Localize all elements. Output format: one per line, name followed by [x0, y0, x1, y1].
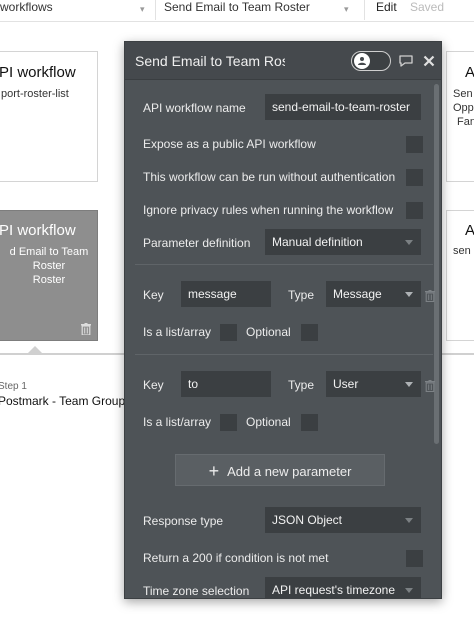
- response-type-label: Response type: [143, 514, 224, 528]
- toggle-knob: [354, 53, 370, 69]
- top-bar: workflows ▾ Send Email to Team Roster ▾ …: [0, 0, 474, 22]
- api-workflow-name-input[interactable]: send-email-to-team-roster: [265, 94, 421, 120]
- workflow-card-right-top[interactable]: A Sen Opp Fan: [446, 51, 474, 182]
- panel-header[interactable]: Send Email to Team Roster: [125, 42, 441, 80]
- user-icon: [358, 57, 366, 65]
- chevron-down-icon: ▾: [140, 4, 145, 14]
- event-select[interactable]: Send Email to Team Roster ▾: [164, 0, 360, 20]
- card-subtitle: port-roster-list: [1, 88, 69, 100]
- add-parameter-button[interactable]: + Add a new parameter: [175, 454, 385, 486]
- trash-icon[interactable]: [425, 289, 435, 303]
- card-title: PI workflow: [0, 64, 76, 81]
- optional-label: Optional: [246, 325, 291, 339]
- workflow-folder-select-label: workflows: [0, 0, 53, 14]
- timezone-dropdown[interactable]: API request's timezone: [265, 577, 421, 598]
- workflow-card-report-roster[interactable]: PI workflow port-roster-list: [0, 51, 98, 182]
- return-200-checkbox[interactable]: [406, 550, 423, 567]
- timezone-label: Time zone selection: [143, 584, 250, 598]
- param-key-input[interactable]: to: [181, 371, 271, 397]
- trash-icon[interactable]: [81, 322, 91, 336]
- api-workflow-name-label: API workflow name: [143, 101, 246, 115]
- step-label: Step 1: [0, 381, 27, 392]
- workflow-folder-select[interactable]: workflows ▾: [0, 0, 150, 20]
- comment-icon[interactable]: [398, 54, 414, 73]
- no-auth-checkbox[interactable]: [406, 169, 423, 186]
- close-icon[interactable]: [423, 54, 435, 72]
- no-auth-label: This workflow can be run without authent…: [143, 170, 396, 184]
- timezone-value: API request's timezone: [272, 583, 396, 597]
- card-subtitle: d Email to Team Roster Roster: [0, 245, 99, 287]
- separator: [135, 264, 433, 265]
- expose-public-checkbox[interactable]: [406, 136, 423, 153]
- workflow-property-panel: Send Email to Team Roster API workflow n…: [124, 41, 442, 599]
- param-key-label: Key: [143, 378, 164, 392]
- divider: [364, 0, 365, 20]
- step-title[interactable]: Postmark - Team Group: [0, 394, 125, 408]
- ignore-privacy-checkbox[interactable]: [406, 202, 423, 219]
- panel-title: Send Email to Team Roster: [135, 53, 285, 69]
- parameter-definition-dropdown[interactable]: Manual definition: [265, 229, 421, 255]
- is-list-checkbox[interactable]: [220, 324, 237, 341]
- ignore-privacy-label: Ignore privacy rules when running the wo…: [143, 203, 394, 217]
- card-subtitle-text: d Email to Team Roster: [9, 246, 89, 272]
- trash-icon[interactable]: [425, 379, 435, 393]
- param-type-label: Type: [288, 288, 315, 302]
- chevron-down-icon: [405, 240, 413, 245]
- selected-notch: [28, 346, 42, 353]
- chevron-down-icon: [405, 292, 413, 297]
- param-type-value: User: [333, 377, 359, 391]
- card-line-3: Fan: [457, 116, 474, 128]
- param-type-label: Type: [288, 378, 315, 392]
- is-list-label: Is a list/array: [143, 325, 212, 339]
- chevron-down-icon: [405, 518, 413, 523]
- parameter-definition-value: Manual definition: [272, 235, 363, 249]
- add-parameter-label: Add a new parameter: [227, 464, 352, 479]
- is-list-label: Is a list/array: [143, 415, 212, 429]
- divider: [155, 0, 156, 20]
- optional-checkbox[interactable]: [301, 414, 318, 431]
- param-key-input[interactable]: message: [181, 281, 271, 307]
- return-200-label: Return a 200 if condition is not met: [143, 551, 329, 565]
- is-list-checkbox[interactable]: [220, 414, 237, 431]
- separator: [135, 354, 433, 355]
- plus-icon: +: [208, 461, 220, 481]
- workflow-card-selected[interactable]: PI workflow d Email to Team Roster Roster: [0, 210, 98, 341]
- optional-label: Optional: [246, 415, 291, 429]
- edit-menu[interactable]: Edit: [376, 0, 397, 14]
- workflow-card-right-mid[interactable]: A sen: [446, 210, 474, 341]
- card-line-1: sen: [453, 245, 471, 257]
- card-subtitle-cont: Roster: [32, 274, 66, 286]
- chevron-down-icon: [405, 382, 413, 387]
- card-line-2: Opp: [453, 102, 474, 114]
- parameter-definition-label: Parameter definition: [143, 236, 251, 250]
- optional-checkbox[interactable]: [301, 324, 318, 341]
- expose-public-label: Expose as a public API workflow: [143, 137, 316, 151]
- saved-status: Saved: [410, 0, 445, 14]
- param-type-dropdown[interactable]: User: [326, 371, 421, 397]
- response-type-dropdown[interactable]: JSON Object: [265, 507, 421, 533]
- card-title: A: [465, 222, 474, 239]
- param-key-label: Key: [143, 288, 164, 302]
- param-type-value: Message: [333, 287, 382, 301]
- preview-toggle[interactable]: [351, 51, 391, 71]
- param-type-dropdown[interactable]: Message: [326, 281, 421, 307]
- card-line-1: Sen: [453, 88, 473, 100]
- chevron-down-icon: [405, 588, 413, 593]
- response-type-value: JSON Object: [272, 513, 343, 527]
- chevron-down-icon: ▾: [344, 4, 349, 14]
- card-title: PI workflow: [0, 222, 76, 239]
- event-select-label: Send Email to Team Roster: [164, 0, 310, 14]
- card-title: A: [465, 64, 474, 81]
